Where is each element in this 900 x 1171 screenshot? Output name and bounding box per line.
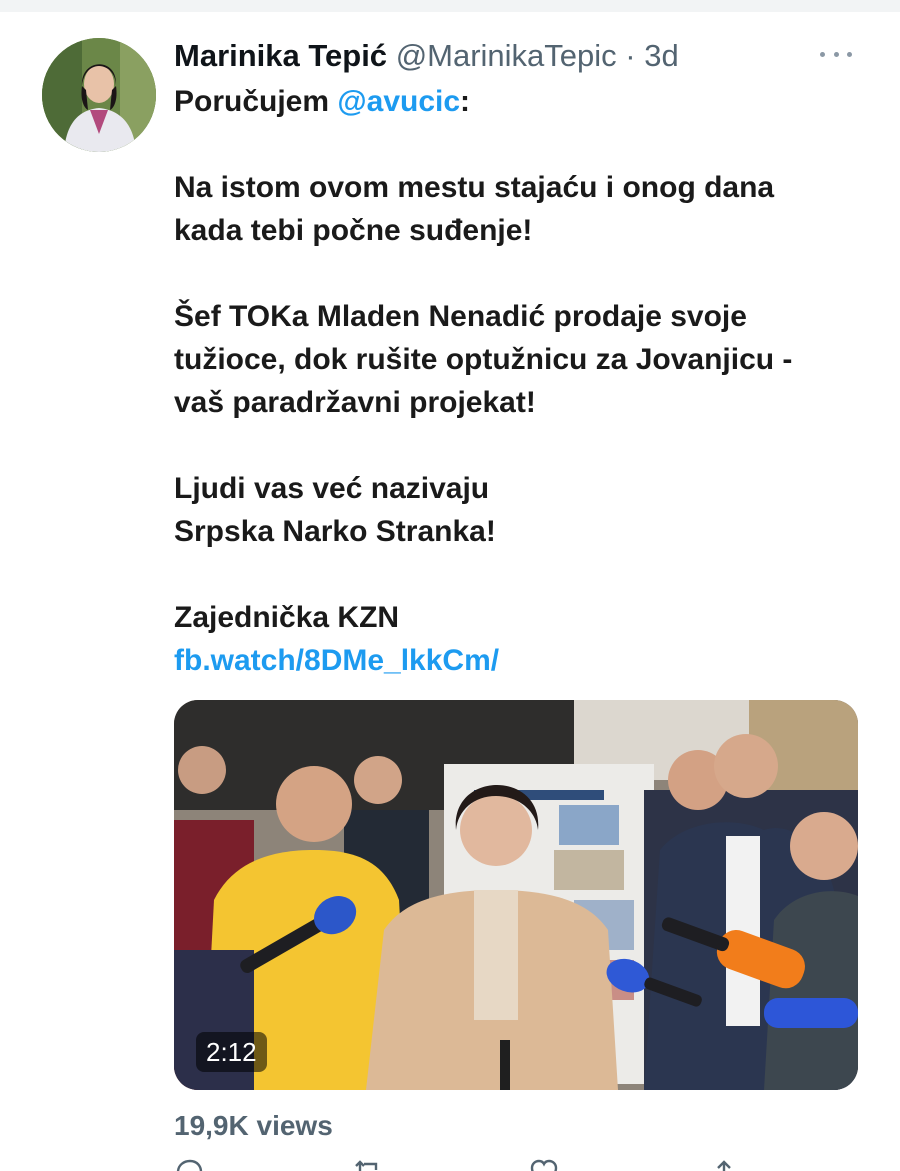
tweet-actions xyxy=(174,1158,774,1171)
mention-link[interactable]: @avucic xyxy=(337,85,460,118)
more-icon-dot xyxy=(847,51,852,57)
like-icon[interactable] xyxy=(529,1158,559,1171)
more-icon-dot xyxy=(833,51,839,57)
text-line: Zajednička KZN xyxy=(174,601,400,634)
external-link[interactable]: fb.watch/8DMe_lkkCm/ xyxy=(174,639,864,682)
top-divider xyxy=(0,0,900,12)
display-name[interactable]: Marinika Tepić xyxy=(174,38,387,73)
user-handle[interactable]: @MarinikaTepic xyxy=(396,38,617,73)
header-separator: · xyxy=(625,38,636,73)
intro-text: Poručujem xyxy=(174,85,338,118)
reply-icon[interactable] xyxy=(174,1158,204,1171)
text-line: vaš paradržavni projekat! xyxy=(174,386,536,419)
share-icon[interactable] xyxy=(709,1158,739,1171)
intro-suffix: : xyxy=(460,85,471,118)
text-line: Ljudi vas već nazivaju xyxy=(174,472,490,505)
text-line: Srpska Narko Stranka! xyxy=(174,515,496,548)
avatar-image xyxy=(42,38,156,152)
tweet-screenshot: Marinika Tepić @MarinikaTepic · 3d Poruč… xyxy=(0,0,900,1171)
text-line: tužioce, dok rušite optužnicu za Jovanji… xyxy=(174,343,793,376)
view-count[interactable]: 19,9K views xyxy=(174,1108,333,1144)
text-line: kada tebi počne suđenje! xyxy=(174,214,533,247)
text-line: Šef TOKa Mladen Nenadić prodaje svoje xyxy=(174,300,747,333)
tweet-time[interactable]: 3d xyxy=(644,38,678,73)
video-thumbnail xyxy=(174,700,858,1090)
avatar[interactable] xyxy=(42,38,156,152)
tweet-header: Marinika Tepić @MarinikaTepic · 3d xyxy=(174,36,814,76)
more-icon-dot xyxy=(820,51,825,57)
video-player[interactable]: 2:12 xyxy=(174,700,858,1090)
tweet-text: Poručujem @avucic: Na istom ovom mestu s… xyxy=(174,80,864,682)
text-line: Na istom ovom mestu stajaću i onog dana xyxy=(174,171,775,204)
more-icon[interactable] xyxy=(820,48,852,60)
retweet-icon[interactable] xyxy=(354,1158,384,1171)
video-duration-badge: 2:12 xyxy=(196,1032,267,1072)
intro-line: Poručujem @avucic: xyxy=(174,80,864,123)
